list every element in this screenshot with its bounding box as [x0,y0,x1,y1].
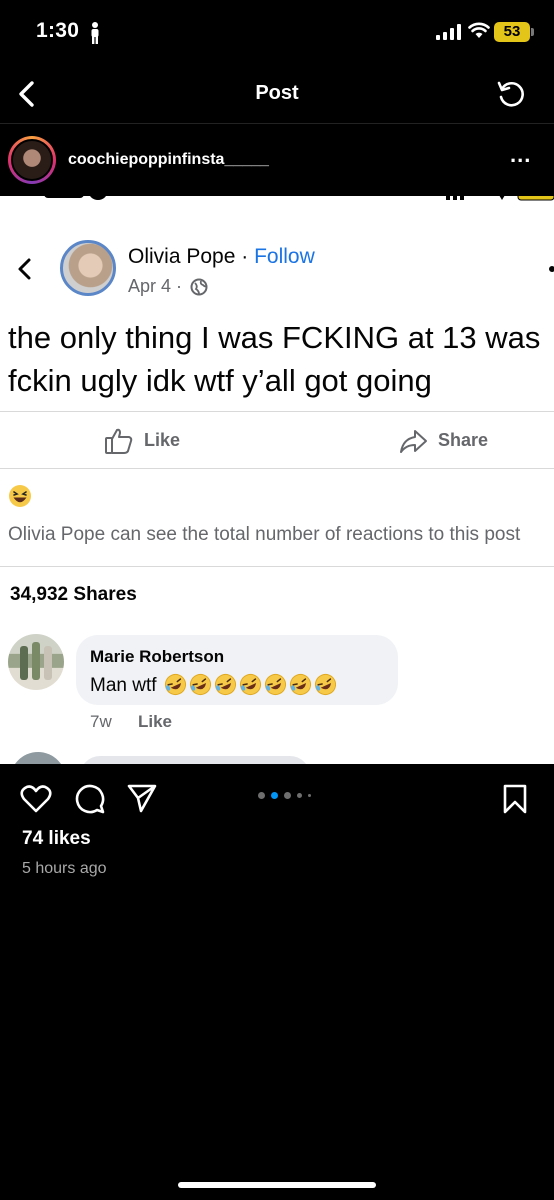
comment-icon[interactable] [74,783,106,815]
comment-text: Man wtf [90,673,337,697]
home-indicator [178,1182,376,1188]
more-options-icon[interactable]: ... [510,144,531,166]
post-header: Post [0,64,554,124]
fb-name-separator: · [235,245,255,268]
status-time: 1:30 [36,19,80,42]
post-timestamp: 5 hours ago [22,860,107,877]
comment-like-link: Like [138,712,173,731]
fb-back-arrow-icon [18,258,31,280]
fb-like-label: Like [144,430,181,450]
rofl-emoji-row [162,673,337,696]
post-image: Olivia Pope · Follow Apr 4 · the only th… [0,196,554,764]
fb-author-line: Olivia Pope · Follow [128,245,315,269]
cropped-status-fragment-right [446,196,554,201]
next-comment-bubble [80,756,310,764]
rofl-emoji-icon [160,669,191,700]
fb-post-date: Apr 4 · [128,276,183,296]
refresh-icon[interactable] [496,79,526,109]
commenter-avatar [8,634,64,690]
wifi-icon [468,22,490,38]
haha-reaction-icon [9,485,31,507]
divider [0,566,554,567]
page-title: Post [255,82,299,104]
comment-bubble: Marie Robertson Man wtf [76,635,398,705]
commenter-name: Marie Robertson [90,647,225,666]
fb-reaction-note: Olivia Pope can see the total number of … [8,524,521,545]
battery-icon: 53 [494,22,530,42]
post-author-row: coochiepoppinfinsta_____ ... [0,124,554,196]
activity-person-icon [91,22,99,44]
heart-icon[interactable] [20,784,52,814]
author-avatar[interactable] [8,136,56,184]
status-bar: 1:30 53 [0,0,554,64]
fb-share-label: Share [438,430,489,450]
post-action-bar [0,764,554,834]
send-icon[interactable] [126,783,158,813]
author-username[interactable]: coochiepoppinfinsta_____ [68,151,269,169]
cropped-status-fragment [44,196,106,200]
fb-author-avatar [60,240,116,296]
cellular-signal-icon [436,24,461,40]
carousel-dot [284,791,291,799]
globe-icon [190,278,208,296]
rofl-emoji-icon [285,669,316,700]
fb-more-dot [549,266,554,272]
divider [0,411,554,412]
comment-text-words: Man wtf [90,675,157,696]
rofl-emoji-icon [260,669,291,700]
fb-follow-link: Follow [254,245,315,268]
rofl-emoji-icon [185,669,216,700]
fb-post-text: the only thing I was FCKING at 13 was fc… [8,320,541,398]
likes-count[interactable]: 74 likes [22,828,91,850]
thumbs-up-icon [105,428,133,454]
carousel-dot [308,793,311,797]
carousel-dot [297,792,302,798]
share-arrow-icon [400,430,427,453]
fb-share-count: 34,932 Shares [10,584,137,605]
comment-time: 7w [90,712,112,731]
carousel-dot [258,791,265,799]
rofl-emoji-icon [310,669,341,700]
carousel-indicator [258,791,328,799]
rofl-emoji-icon [235,669,266,700]
carousel-dot [271,791,278,799]
next-commenter-avatar [10,752,66,764]
fb-author-name: Olivia Pope [128,245,236,268]
divider [0,468,554,469]
battery-tip [531,28,534,36]
author-avatar-image [11,139,53,181]
bookmark-icon[interactable] [502,783,528,815]
rofl-emoji-icon [210,669,241,700]
